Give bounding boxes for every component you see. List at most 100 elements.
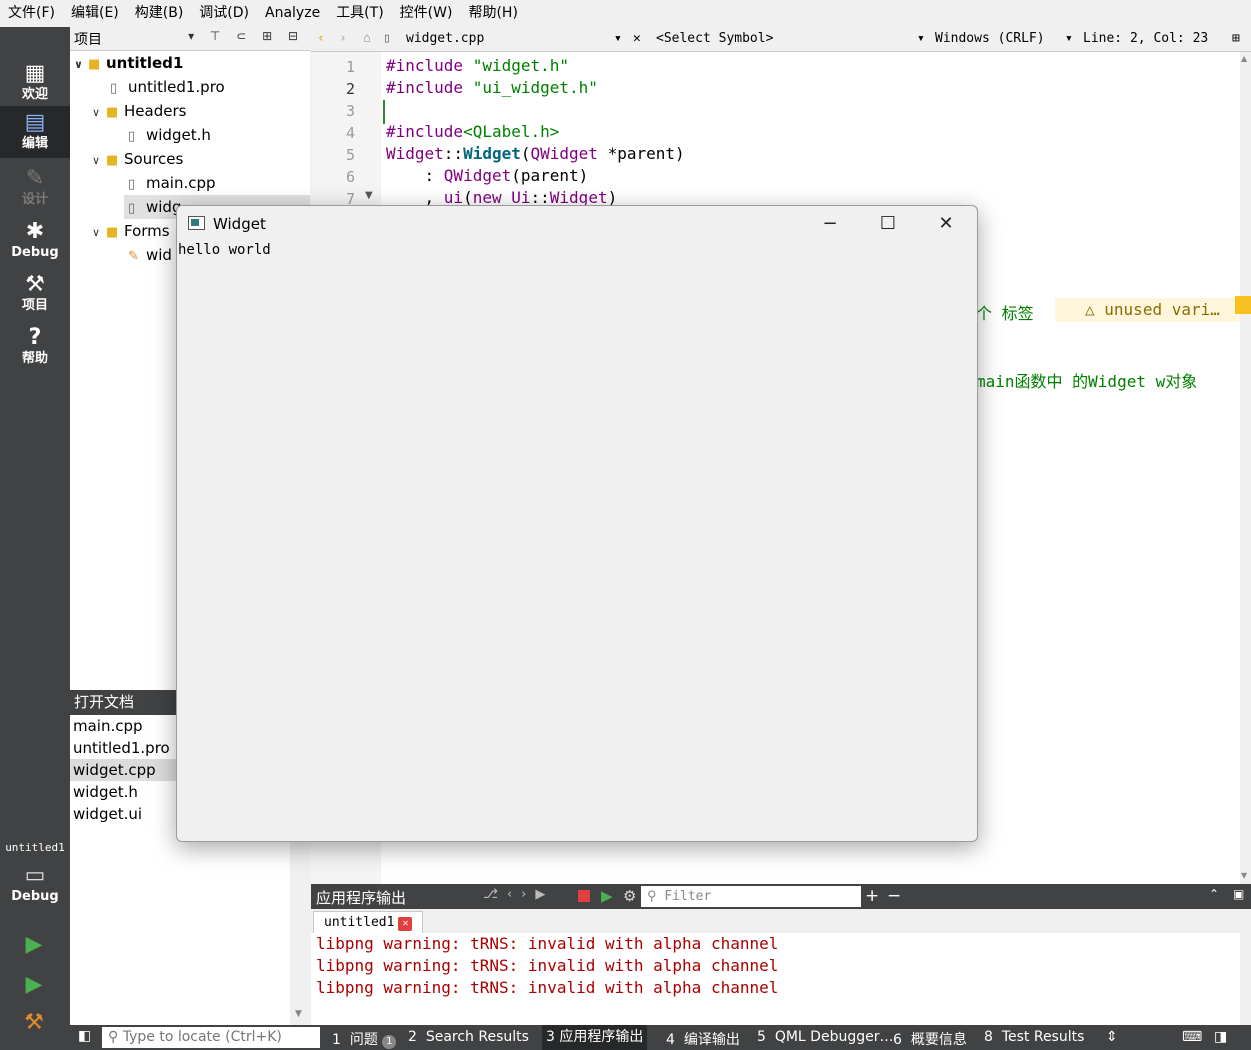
forward-arrow-icon[interactable]: › [339, 31, 347, 46]
editor-scrollbar[interactable]: ▲ ▼ [1240, 52, 1251, 884]
back-arrow-icon[interactable]: ‹ [317, 31, 325, 46]
current-file-selector[interactable]: widget.cpp [406, 31, 484, 46]
chevron-down-icon[interactable]: ▾ [1065, 31, 1073, 46]
search-icon: ⚲ [108, 1029, 119, 1045]
project-toolbar-icons[interactable]: ▾ ⊤ ⊂ ⊞ ⊟ [188, 29, 304, 43]
tab-issues[interactable]: 1 问题 1 [332, 1029, 397, 1049]
mode-debug[interactable]: ✱ Debug [0, 215, 70, 267]
close-file-icon[interactable]: ✕ [633, 31, 641, 46]
debug-run-button[interactable]: ▶ [20, 971, 48, 999]
output-controls[interactable]: ⎇‹›▶ [483, 887, 554, 902]
pro-file-icon: ▯ [110, 81, 118, 96]
project-icon: ■ [88, 57, 101, 72]
tree-form-file[interactable]: ✎ wid [128, 243, 172, 267]
stop-icon[interactable] [578, 890, 590, 902]
chevron-down-icon: ∨ [92, 154, 101, 167]
progress-toggle-icon[interactable]: ⌨ [1182, 1029, 1202, 1045]
tab-compile-output[interactable]: 4 编译输出 [666, 1029, 740, 1049]
mode-help[interactable]: ? 帮助 [0, 321, 70, 373]
menu-build[interactable]: 构建(B) [127, 0, 192, 27]
status-bar: ◧ ⚲ Type to locate (Ctrl+K) 1 问题 1 2 Sea… [70, 1025, 1251, 1050]
menu-file[interactable]: 文件(F) [0, 0, 63, 27]
output-tab[interactable]: untitled1 ✕ [313, 911, 424, 933]
toggle-sidebar-icon[interactable]: ◧ [78, 1028, 91, 1044]
chevron-down-icon[interactable]: ▾ [614, 31, 622, 46]
play-icon: ▶ [25, 932, 43, 957]
mode-edit[interactable]: ▤ 编辑 [0, 106, 70, 158]
hammer-icon: ⚒ [24, 1010, 44, 1035]
menu-debug[interactable]: 调试(D) [191, 0, 257, 27]
output-pane-title: 应用程序输出 [316, 889, 407, 907]
line-ending-selector[interactable]: Windows (CRLF) [935, 31, 1045, 46]
menu-analyze[interactable]: Analyze [257, 0, 328, 27]
mode-sidebar: ▦ 欢迎 ▤ 编辑 ✎ 设计 ✱ Debug ⚒ 项目 ? 帮助 untitle… [0, 27, 70, 1050]
close-pane-icon[interactable]: ▣ [1233, 887, 1244, 901]
tree-sources[interactable]: ∨ ■ Sources [92, 147, 183, 171]
code-comment: main函数中 的Widget w对象 [976, 372, 1198, 391]
mode-projects[interactable]: ⚒ 项目 [0, 268, 70, 320]
gear-icon[interactable]: ⚙ [623, 887, 636, 905]
menu-tools[interactable]: 工具(T) [328, 0, 391, 27]
tab-more-icon[interactable]: ⇕ [1106, 1029, 1118, 1045]
close-tab-icon[interactable]: ✕ [398, 917, 413, 931]
minimize-button[interactable]: − [801, 206, 859, 242]
tab-qml-debugger[interactable]: 5 QML Debugger… [757, 1029, 893, 1045]
mode-design[interactable]: ✎ 设计 [0, 162, 70, 214]
tab-general-messages[interactable]: 6 概要信息 [893, 1029, 967, 1049]
code-line: #include "ui_widget.h" [386, 78, 598, 97]
widget-window: Widget − ☐ ✕ hello world [176, 205, 978, 842]
tree-headers[interactable]: ∨ ■ Headers [92, 99, 186, 123]
kit-selector[interactable]: ▭ Debug [0, 859, 70, 909]
menu-bar: 文件(F) 编辑(E) 构建(B) 调试(D) Analyze 工具(T) 控件… [0, 0, 1251, 27]
build-button[interactable]: ⚒ [20, 1009, 48, 1037]
code-line: #include "widget.h" [386, 56, 570, 75]
menu-edit[interactable]: 编辑(E) [63, 0, 127, 27]
toggle-right-sidebar-icon[interactable]: ◨ [1214, 1029, 1227, 1045]
tree-root[interactable]: ∨ ■ untitled1 [74, 51, 183, 75]
scroll-up-icon[interactable]: ▲ [1241, 54, 1247, 63]
close-button[interactable]: ✕ [917, 206, 975, 242]
tree-header-file[interactable]: ▯ widget.h [128, 123, 211, 147]
tree-forms[interactable]: ∨ ■ Forms [92, 219, 170, 243]
output-scrollbar[interactable] [1240, 933, 1251, 1025]
output-text: libpng warning: tRNS: invalid with alpha… [311, 933, 1240, 1025]
fold-arrow-icon[interactable]: ▼ [365, 190, 373, 201]
file-icon: ▯ [128, 201, 136, 216]
tab-search-results[interactable]: 2 Search Results [408, 1029, 529, 1045]
cursor-position[interactable]: Line: 2, Col: 23 [1083, 31, 1208, 46]
widget-window-titlebar[interactable]: Widget − ☐ ✕ [177, 206, 977, 242]
monitor-icon: ▭ [24, 863, 46, 888]
tree-main-cpp[interactable]: ▯ main.cpp [128, 171, 216, 195]
split-icon[interactable]: ⊞ [1232, 31, 1240, 46]
warning-annotation[interactable]: △ unused vari… [1055, 298, 1240, 322]
chevron-down-icon[interactable]: ▾ [917, 31, 925, 46]
scroll-down-icon[interactable]: ▼ [295, 1009, 302, 1019]
symbol-selector[interactable]: <Select Symbol> [656, 31, 773, 46]
locator-input[interactable]: ⚲ Type to locate (Ctrl+K) [102, 1027, 320, 1048]
output-toolbar: 应用程序输出 ⎇‹›▶ ▶ ⚙ ⚲ Filter + − ⌃ ▣ [311, 884, 1251, 909]
code-line: #include<QLabel.h> [386, 122, 560, 141]
project-panel-title[interactable]: 项目 [74, 29, 102, 49]
tab-test-results[interactable]: 8 Test Results [984, 1029, 1084, 1045]
zoom-in-icon[interactable]: + [865, 886, 879, 906]
menu-widgets[interactable]: 控件(W) [392, 0, 461, 27]
tree-pro-file[interactable]: ▯ untitled1.pro [110, 75, 225, 99]
file-icon: ▯ [128, 129, 136, 144]
output-filter-input[interactable]: ⚲ Filter [641, 886, 861, 907]
warning-scroll-marker[interactable] [1235, 296, 1251, 314]
line-number: 6 [345, 168, 355, 186]
mode-welcome[interactable]: ▦ 欢迎 [0, 57, 70, 109]
chevron-down-icon: ∨ [92, 226, 101, 239]
code-line: Widget::Widget(QWidget *parent) [386, 144, 685, 163]
maximize-button[interactable]: ☐ [859, 206, 917, 242]
zoom-out-icon[interactable]: − [887, 886, 901, 906]
rerun-icon[interactable]: ▶ [601, 887, 613, 905]
kit-project-label: untitled1 [5, 841, 65, 854]
play-debug-icon: ▶ [25, 972, 43, 997]
output-line: libpng warning: tRNS: invalid with alpha… [316, 934, 779, 953]
run-button[interactable]: ▶ [20, 931, 48, 959]
scroll-down-icon[interactable]: ▼ [1241, 871, 1247, 880]
maximize-pane-icon[interactable]: ⌃ [1209, 887, 1219, 901]
tab-application-output[interactable]: 3 应用程序输出 [542, 1025, 648, 1050]
menu-help[interactable]: 帮助(H) [460, 0, 525, 27]
